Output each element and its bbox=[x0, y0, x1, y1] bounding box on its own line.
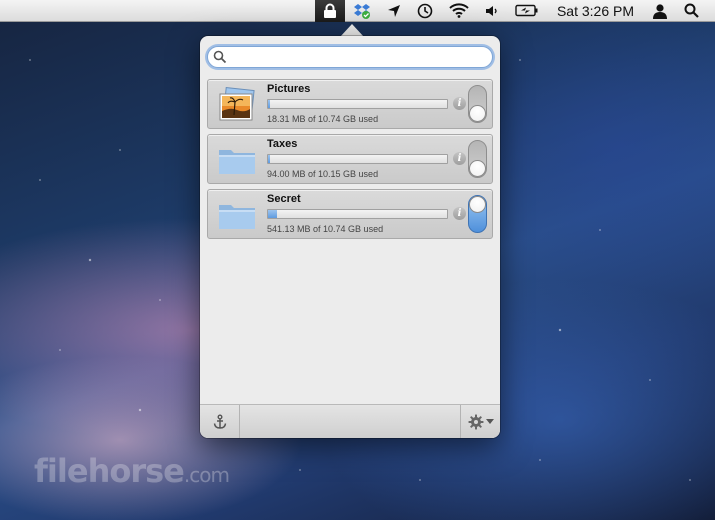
vault-lock-toggle[interactable] bbox=[468, 140, 487, 178]
toggle-knob bbox=[469, 160, 486, 177]
info-icon[interactable]: i bbox=[453, 97, 466, 110]
vault-lock-toggle[interactable] bbox=[468, 85, 487, 123]
vault-popover: Pictures 18.31 MB of 10.74 GB used i Tax… bbox=[200, 36, 500, 438]
battery-menu-extra[interactable] bbox=[507, 0, 547, 22]
user-menu-extra[interactable] bbox=[644, 0, 676, 22]
spotlight-icon bbox=[684, 3, 699, 18]
search-icon bbox=[213, 50, 227, 64]
folder-icon bbox=[219, 205, 255, 229]
watermark-brand: filehorse bbox=[34, 452, 185, 490]
user-icon bbox=[653, 3, 667, 19]
vault-usage-bar bbox=[267, 154, 448, 164]
vault-usage-bar-fill bbox=[268, 210, 277, 218]
battery-icon bbox=[515, 4, 538, 17]
lock-menu-extra[interactable] bbox=[314, 0, 345, 22]
watermark: filehorse.com bbox=[34, 452, 230, 490]
folder-icon bbox=[219, 150, 255, 174]
popover-footer bbox=[200, 404, 500, 438]
search-field[interactable] bbox=[207, 46, 493, 68]
vault-lock-toggle[interactable] bbox=[468, 195, 487, 233]
vault-usage-bar bbox=[267, 209, 448, 219]
menubar-clock[interactable]: Sat 3:26 PM bbox=[547, 0, 644, 22]
vault-usage-bar-fill bbox=[268, 155, 270, 163]
location-menu-extra[interactable] bbox=[379, 0, 409, 22]
wifi-icon bbox=[449, 3, 469, 18]
vault-usage-text: 18.31 MB of 10.74 GB used bbox=[267, 114, 379, 124]
vault-row-taxes[interactable]: Taxes 94.00 MB of 10.15 GB used i bbox=[207, 134, 493, 184]
dropbox-icon bbox=[353, 3, 370, 19]
spotlight-menu-extra[interactable] bbox=[676, 0, 707, 22]
chevron-down-icon bbox=[485, 418, 494, 424]
location-arrow-icon bbox=[387, 4, 400, 17]
toggle-knob bbox=[469, 105, 486, 122]
gear-icon bbox=[468, 414, 483, 429]
toggle-knob bbox=[469, 196, 486, 213]
vault-name: Pictures bbox=[267, 83, 311, 95]
photos-icon bbox=[219, 87, 255, 121]
search-input[interactable] bbox=[230, 48, 492, 66]
info-icon[interactable]: i bbox=[453, 152, 466, 165]
volume-menu-extra[interactable] bbox=[477, 0, 507, 22]
volume-icon bbox=[485, 5, 497, 16]
vault-usage-bar-fill bbox=[268, 100, 270, 108]
anchor-button[interactable] bbox=[200, 405, 240, 438]
vault-usage-text: 94.00 MB of 10.15 GB used bbox=[267, 169, 379, 179]
vault-row-secret[interactable]: Secret 541.13 MB of 10.74 GB used i bbox=[207, 189, 493, 239]
time-machine-menu-extra[interactable] bbox=[409, 0, 441, 22]
dropbox-menu-extra[interactable] bbox=[345, 0, 379, 22]
info-icon[interactable]: i bbox=[453, 207, 466, 220]
menu-bar: Sat 3:26 PM bbox=[0, 0, 715, 22]
watermark-suffix: .com bbox=[183, 463, 230, 487]
time-machine-icon bbox=[417, 3, 433, 18]
anchor-icon bbox=[213, 414, 226, 429]
wifi-menu-extra[interactable] bbox=[441, 0, 477, 22]
vault-row-pictures[interactable]: Pictures 18.31 MB of 10.74 GB used i bbox=[207, 79, 493, 129]
vault-name: Secret bbox=[267, 193, 301, 205]
vault-usage-bar bbox=[267, 99, 448, 109]
vault-usage-text: 541.13 MB of 10.74 GB used bbox=[267, 224, 384, 234]
vault-name: Taxes bbox=[267, 138, 298, 150]
settings-menu-button[interactable] bbox=[460, 405, 500, 438]
lock-icon bbox=[323, 3, 336, 18]
